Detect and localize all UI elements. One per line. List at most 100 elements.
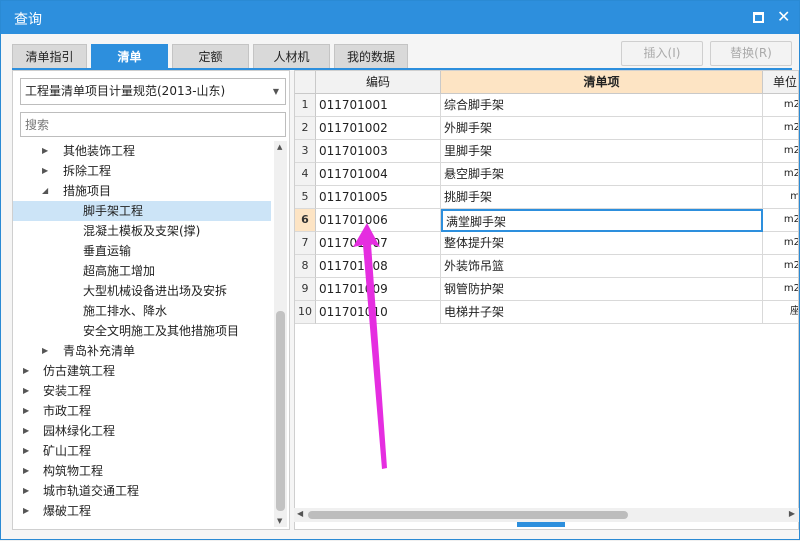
- cell-code[interactable]: 011701008: [316, 255, 441, 278]
- expand-arrow-icon[interactable]: ▶: [42, 341, 52, 361]
- tree-item[interactable]: ▶ 拆除工程: [13, 161, 271, 181]
- tree-item[interactable]: ▶ 市政工程: [13, 401, 271, 421]
- row-number[interactable]: 5: [295, 186, 316, 209]
- expand-arrow-icon[interactable]: ▶: [23, 501, 33, 521]
- cell-code[interactable]: 011701007: [316, 232, 441, 255]
- insert-button[interactable]: 插入(I): [621, 41, 703, 66]
- cell-unit[interactable]: 座: [763, 301, 798, 324]
- cell-item[interactable]: 悬空脚手架: [441, 163, 763, 186]
- header-code[interactable]: 编码: [316, 71, 441, 94]
- scroll-thumb[interactable]: [276, 311, 285, 511]
- cell-unit[interactable]: m2: [763, 232, 798, 255]
- expand-arrow-icon[interactable]: ▶: [23, 421, 33, 441]
- cell-item[interactable]: 外脚手架: [441, 117, 763, 140]
- tree-item[interactable]: ▶ 爆破工程: [13, 501, 271, 521]
- tree-item[interactable]: 施工排水、降水: [13, 301, 271, 321]
- spec-dropdown[interactable]: 工程量清单项目计量规范(2013-山东) ▼: [20, 78, 286, 105]
- expand-arrow-icon[interactable]: ▶: [23, 381, 33, 401]
- expand-arrow-icon[interactable]: ▶: [23, 361, 33, 381]
- chevron-down-icon[interactable]: ▼: [273, 79, 279, 104]
- cell-unit[interactable]: m2: [763, 278, 798, 301]
- expand-arrow-icon[interactable]: ▶: [42, 141, 52, 161]
- search-input[interactable]: [20, 112, 286, 137]
- tree-item-selected[interactable]: 脚手架工程: [13, 201, 271, 221]
- cell-code[interactable]: 011701010: [316, 301, 441, 324]
- cell-code[interactable]: 011701009: [316, 278, 441, 301]
- tree-scrollbar[interactable]: ▲ ▼: [274, 141, 287, 527]
- tab-quota[interactable]: 定额: [172, 44, 249, 69]
- header-unit[interactable]: 单位: [763, 71, 798, 94]
- expand-arrow-icon[interactable]: ▶: [23, 401, 33, 421]
- grid-hscrollbar[interactable]: ◀ ▶: [294, 508, 799, 522]
- cell-code[interactable]: 011701001: [316, 94, 441, 117]
- maximize-icon[interactable]: [753, 12, 764, 23]
- tree-item[interactable]: ▶ 构筑物工程: [13, 461, 271, 481]
- cell-code[interactable]: 011701006: [316, 209, 441, 232]
- cell-item-editing[interactable]: 满堂脚手架: [441, 209, 763, 232]
- scroll-down-icon[interactable]: ▼: [277, 517, 282, 525]
- header-item[interactable]: 清单项: [441, 71, 763, 94]
- cell-unit[interactable]: m2: [763, 255, 798, 278]
- close-icon[interactable]: ✕: [777, 9, 791, 25]
- scroll-right-icon[interactable]: ▶: [789, 509, 795, 518]
- tree-item[interactable]: 混凝土模板及支架(撑): [13, 221, 271, 241]
- cell-unit[interactable]: m2: [763, 94, 798, 117]
- cell-unit[interactable]: m2: [763, 163, 798, 186]
- row-number-current[interactable]: 6: [295, 209, 316, 232]
- spec-dropdown-value: 工程量清单项目计量规范(2013-山东): [25, 84, 226, 98]
- collapse-arrow-icon[interactable]: ◢: [42, 181, 52, 201]
- row-number[interactable]: 7: [295, 232, 316, 255]
- tab-bill[interactable]: 清单: [91, 44, 168, 69]
- tree-item[interactable]: 大型机械设备进出场及安拆: [13, 281, 271, 301]
- cell-unit[interactable]: m2: [763, 209, 798, 232]
- row-number[interactable]: 4: [295, 163, 316, 186]
- tree-item-label: 仿古建筑工程: [43, 364, 116, 378]
- cell-item[interactable]: 整体提升架: [441, 232, 763, 255]
- row-number[interactable]: 10: [295, 301, 316, 324]
- panel-splitter-handle[interactable]: [517, 522, 565, 527]
- tree-item[interactable]: ▶ 城市轨道交通工程: [13, 481, 271, 501]
- tab-my-data[interactable]: 我的数据: [334, 44, 408, 69]
- cell-code[interactable]: 011701005: [316, 186, 441, 209]
- tree-item-label: 超高施工增加: [83, 264, 156, 278]
- cell-item[interactable]: 外装饰吊篮: [441, 255, 763, 278]
- expand-arrow-icon[interactable]: ▶: [23, 461, 33, 481]
- title-bar[interactable]: 查询 ✕: [1, 1, 799, 34]
- row-number[interactable]: 9: [295, 278, 316, 301]
- tree-item[interactable]: ▶ 矿山工程: [13, 441, 271, 461]
- cell-item[interactable]: 综合脚手架: [441, 94, 763, 117]
- cell-item[interactable]: 挑脚手架: [441, 186, 763, 209]
- cell-code[interactable]: 011701004: [316, 163, 441, 186]
- cell-unit[interactable]: m2: [763, 117, 798, 140]
- expand-arrow-icon[interactable]: ▶: [23, 441, 33, 461]
- cell-code[interactable]: 011701002: [316, 117, 441, 140]
- scroll-thumb[interactable]: [308, 511, 628, 519]
- tab-labor-material[interactable]: 人材机: [253, 44, 330, 69]
- tree-item[interactable]: 垂直运输: [13, 241, 271, 261]
- tree-item[interactable]: ▶ 青岛补充清单: [13, 341, 271, 361]
- scroll-left-icon[interactable]: ◀: [297, 509, 303, 518]
- cell-code[interactable]: 011701003: [316, 140, 441, 163]
- row-number[interactable]: 2: [295, 117, 316, 140]
- row-number[interactable]: 3: [295, 140, 316, 163]
- tree-item[interactable]: ▶ 其他装饰工程: [13, 141, 271, 161]
- tree-item[interactable]: ▶ 仿古建筑工程: [13, 361, 271, 381]
- expand-arrow-icon[interactable]: ▶: [42, 161, 52, 181]
- row-number[interactable]: 1: [295, 94, 316, 117]
- tree-item[interactable]: ◢ 措施项目: [13, 181, 271, 201]
- replace-button[interactable]: 替换(R): [710, 41, 792, 66]
- cell-item[interactable]: 里脚手架: [441, 140, 763, 163]
- tree-item[interactable]: ▶ 安装工程: [13, 381, 271, 401]
- cell-item[interactable]: 钢管防护架: [441, 278, 763, 301]
- tree-item[interactable]: 安全文明施工及其他措施项目: [13, 321, 271, 341]
- tree-item[interactable]: 超高施工增加: [13, 261, 271, 281]
- cell-unit[interactable]: m: [763, 186, 798, 209]
- expand-arrow-icon[interactable]: ▶: [23, 481, 33, 501]
- cell-item[interactable]: 电梯井子架: [441, 301, 763, 324]
- tab-bill-guide[interactable]: 清单指引: [12, 44, 87, 69]
- row-number[interactable]: 8: [295, 255, 316, 278]
- query-window: 查询 ✕ 清单指引 清单 定额 人材机 我的数据 插入(I) 替换(R) 工程量…: [0, 0, 800, 540]
- scroll-up-icon[interactable]: ▲: [277, 143, 282, 151]
- cell-unit[interactable]: m2: [763, 140, 798, 163]
- tree-item[interactable]: ▶ 园林绿化工程: [13, 421, 271, 441]
